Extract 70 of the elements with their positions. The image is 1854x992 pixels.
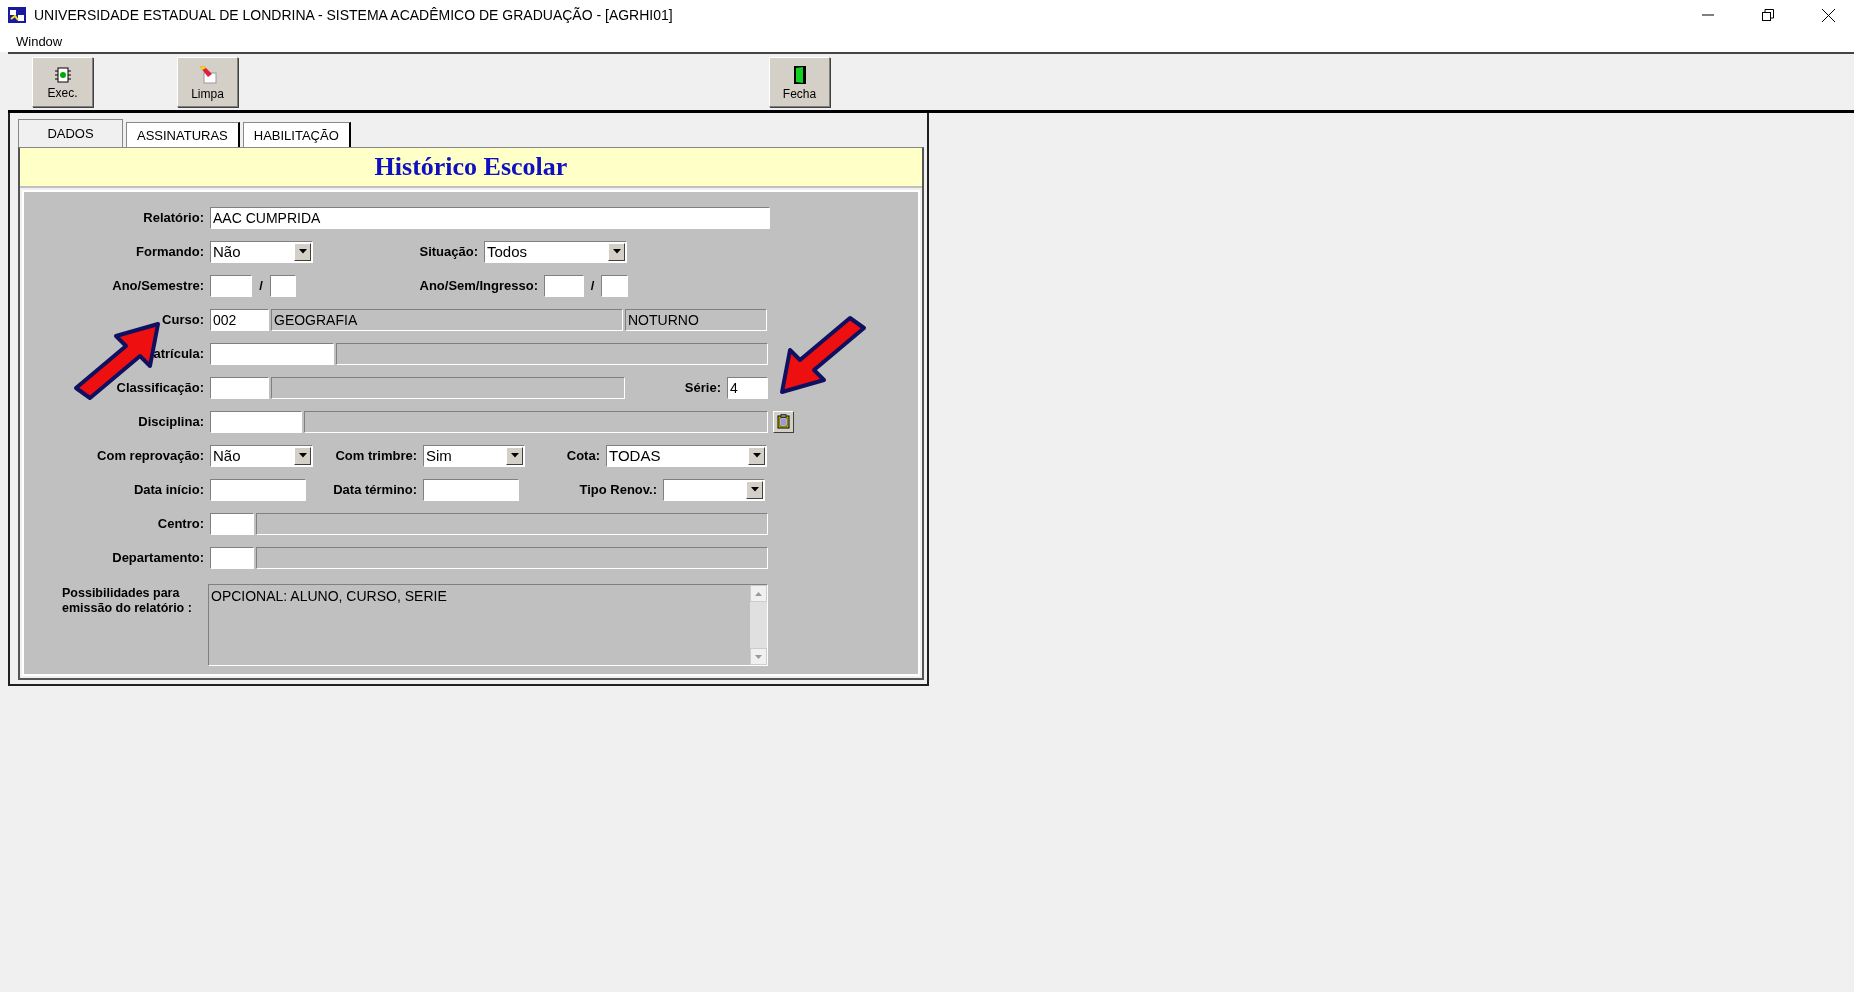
field-label: Centro: [156,516,205,531]
field-label: Ano/Semestre: [111,278,205,293]
input-field[interactable] [210,410,302,433]
app-icon [8,7,26,23]
eraser-icon [197,65,218,85]
tab[interactable]: ASSINATURAS [126,122,240,147]
input-field[interactable]: 002 [210,308,269,331]
close-icon [1821,8,1835,22]
clipboard-icon [777,414,790,429]
tab[interactable]: DADOS [18,119,123,147]
input-field[interactable] [270,274,296,297]
field-label: Série: [683,380,722,395]
text-area[interactable]: OPCIONAL: ALUNO, CURSO, SERIE [208,584,768,666]
field-label: Curso: [161,312,205,327]
dropdown-field[interactable]: Não [210,240,313,263]
field-label: Possibilidades para emissão do relatório : [61,585,193,616]
form-title: Histórico Escolar [374,152,568,182]
field-label: Tipo Renov.: [578,482,658,497]
dropdown-field[interactable]: Todos [484,240,627,263]
dropdown-caret-icon[interactable] [510,453,519,458]
field-label: Com trimbre: [334,448,418,463]
input-field[interactable] [601,274,628,297]
field-label: Data término: [332,482,418,497]
input-field[interactable] [210,478,306,501]
input-field[interactable] [210,376,269,399]
input-field[interactable] [210,546,254,569]
input-field[interactable] [210,274,252,297]
tab[interactable]: HABILITAÇÃO [242,122,351,147]
dropdown-caret-icon[interactable] [298,453,307,458]
scrollbar[interactable] [750,585,767,665]
field-label: Data início: [132,482,205,497]
lookup-button[interactable] [773,410,794,433]
toolbar-button[interactable]: Exec. [32,57,93,107]
field-label: Classificação: [115,380,205,395]
window-title: UNIVERSIDADE ESTADUAL DE LONDRINA - SISTEMA ACADÊMICO DE GRADUAÇÃO - [AGRHI01] [34,7,674,23]
toolbar-button[interactable]: Limpa [177,57,238,107]
input-field[interactable] [210,512,254,535]
input-field[interactable] [544,274,584,297]
dropdown-caret-icon[interactable] [298,249,307,254]
field-label: Formando: [135,244,205,259]
scroll-down-icon[interactable] [755,654,762,659]
dropdown-caret-icon[interactable] [612,249,621,254]
field-label: Disciplina: [137,414,205,429]
readonly-field: NOTURNO [625,308,767,331]
scroll-up-icon[interactable] [755,591,762,596]
toolbar-button[interactable]: Fecha [769,57,830,107]
chip-icon [53,66,72,84]
dropdown-field[interactable]: Sim [423,444,525,467]
field-label: Relatório: [142,210,205,225]
restore-icon [1762,9,1774,21]
field-label: Ano/Sem/Ingresso: [418,278,539,293]
dropdown-field[interactable]: Não [210,444,313,467]
readonly-field: GEOGRAFIA [271,308,623,331]
field-label: Situação: [418,244,479,259]
menu-item[interactable]: Window [10,33,69,49]
dropdown-field[interactable] [663,478,765,501]
field-label: atrícula: [152,346,205,361]
input-field[interactable] [423,478,519,501]
field-label: Cota: [565,448,601,463]
field-label: Departamento: [111,550,205,565]
input-field[interactable]: 4 [727,376,768,399]
separator-slash: / [258,278,264,293]
dropdown-caret-icon[interactable] [752,453,761,458]
dropdown-caret-icon[interactable] [750,487,759,492]
separator-slash: / [589,278,596,293]
input-field[interactable] [210,342,334,365]
input-field[interactable]: AAC CUMPRIDA [210,206,770,229]
minimize-icon [1702,14,1714,16]
field-label: Com reprovação: [96,448,205,463]
dropdown-field[interactable]: TODAS [606,444,767,467]
